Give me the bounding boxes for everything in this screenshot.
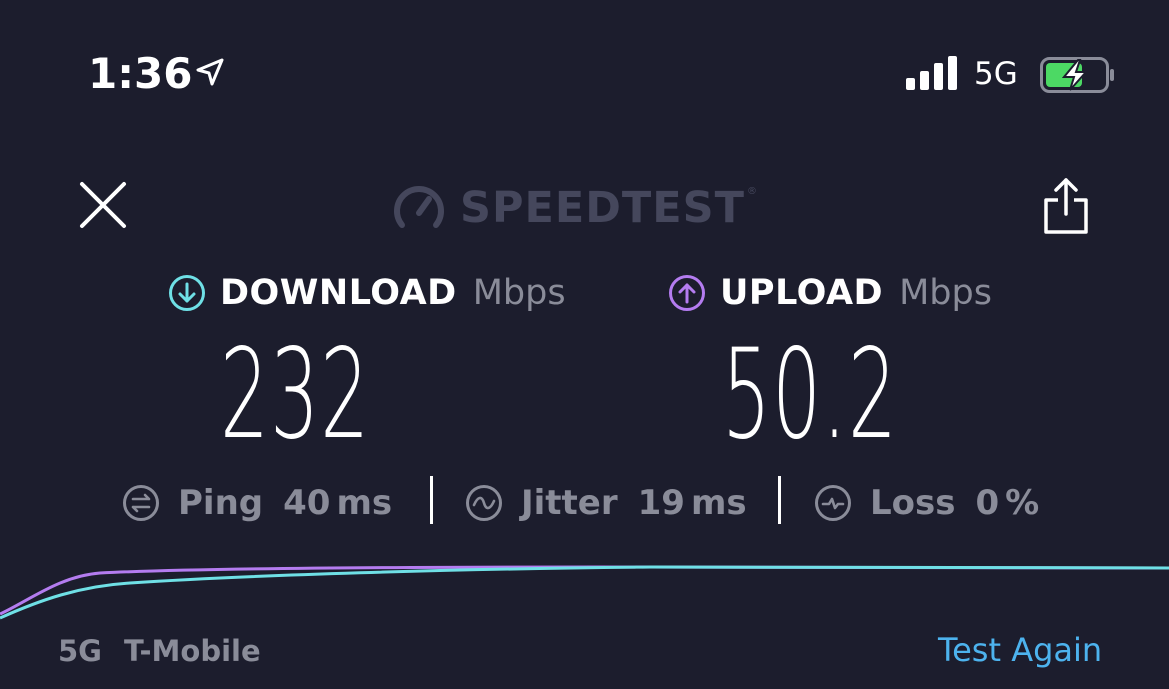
jitter-stat: Jitter 19 ms [465, 478, 747, 528]
upload-speed-value: 50.2 [722, 323, 899, 467]
battery-charging-icon [1040, 57, 1114, 93]
download-speed-value: 232 [220, 323, 371, 467]
signal-bars-icon [906, 56, 957, 90]
location-arrow-icon [196, 58, 224, 86]
loss-unit: % [1005, 483, 1040, 523]
share-icon[interactable] [1042, 176, 1090, 236]
logo-text: SPEEDTEST [460, 183, 745, 233]
speedtest-gauge-icon [394, 186, 444, 228]
ping-value: 40 [283, 483, 331, 523]
jitter-unit: ms [690, 483, 747, 523]
test-again-button[interactable]: Test Again [938, 630, 1102, 670]
loss-label: Loss [870, 483, 956, 523]
ping-stat: Ping 40 ms [122, 478, 392, 528]
speedtest-logo: SPEEDTEST ® [392, 180, 757, 236]
ping-unit: ms [336, 483, 393, 523]
loss-value: 0 [975, 483, 1000, 523]
arrow-down-circle-icon [169, 275, 205, 311]
download-header: DOWNLOAD Mbps [168, 270, 566, 316]
upload-label: UPLOAD [720, 273, 884, 313]
download-graph-line [0, 565, 1169, 620]
upload-unit: Mbps [899, 273, 992, 313]
jitter-icon [466, 485, 502, 521]
close-icon[interactable] [78, 180, 128, 230]
ping-icon [123, 485, 159, 521]
download-unit: Mbps [472, 273, 566, 313]
arrow-up-circle-icon [669, 275, 705, 311]
speed-graph [0, 565, 1169, 620]
logo-registered-mark: ® [746, 186, 757, 197]
status-time: 1:36 [88, 49, 193, 98]
loss-stat: Loss 0 % [814, 478, 1039, 528]
footer-network-type: 5G [58, 634, 102, 668]
loss-icon [815, 485, 851, 521]
status-network: 5G [974, 56, 1018, 92]
download-label: DOWNLOAD [220, 273, 457, 313]
stats-divider [778, 476, 781, 524]
upload-graph-line [0, 565, 1169, 616]
ping-label: Ping [178, 483, 264, 523]
jitter-value: 19 [637, 483, 685, 523]
upload-header: UPLOAD Mbps [668, 270, 992, 316]
footer-carrier: T-Mobile [124, 634, 261, 668]
jitter-label: Jitter [521, 483, 618, 523]
stats-divider [430, 476, 433, 524]
